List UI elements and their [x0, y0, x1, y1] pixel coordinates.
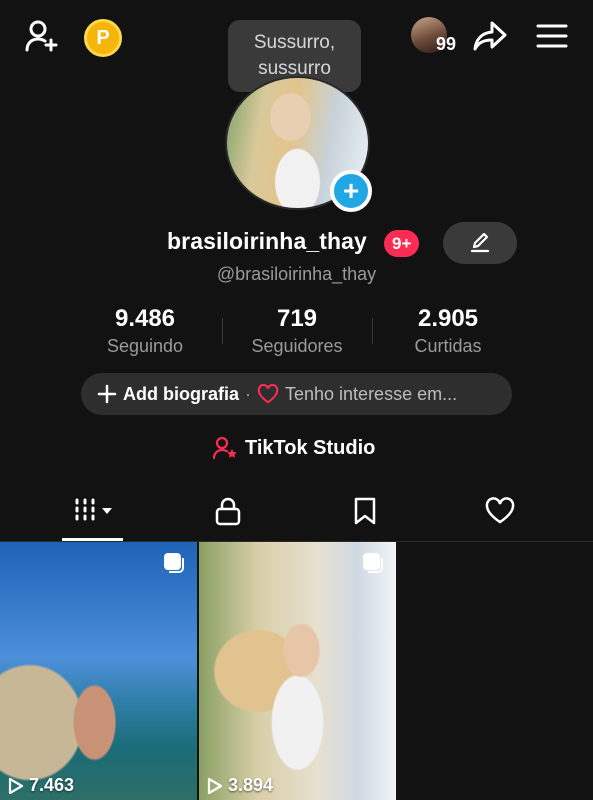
notification-badge[interactable]: 9+ — [384, 230, 420, 257]
creator-star-icon — [213, 436, 237, 460]
lock-icon — [215, 497, 241, 526]
multi-photo-icon — [363, 553, 383, 573]
add-friend-button[interactable] — [20, 14, 64, 58]
stat-likes-value: 2.905 — [417, 305, 479, 332]
heart-outline-icon — [257, 384, 279, 404]
bio-separator: · — [245, 383, 251, 404]
play-icon — [8, 777, 24, 794]
video-views-count: 3.894 — [228, 775, 274, 795]
profile-visitors-count: 99 — [436, 34, 457, 54]
stat-followers[interactable]: 719 Seguidores — [217, 305, 377, 357]
bio-pill[interactable]: Add biografia · Tenho interesse em... — [81, 373, 512, 415]
menu-button[interactable] — [530, 14, 574, 58]
pencil-icon — [470, 232, 490, 253]
multi-photo-icon — [164, 553, 184, 573]
tab-saved[interactable] — [335, 492, 395, 530]
add-bio-label[interactable]: Add biografia — [123, 384, 239, 405]
tab-private[interactable] — [198, 492, 258, 530]
interests-label[interactable]: Tenho interesse em... — [285, 384, 457, 405]
stat-followers-label: Seguidores — [251, 336, 343, 356]
tiktok-studio-link[interactable]: TikTok Studio — [213, 436, 375, 460]
add-story-button[interactable]: + — [330, 170, 372, 212]
video-thumbnail[interactable]: 3.894 — [199, 542, 396, 800]
stat-likes-label: Curtidas — [414, 336, 482, 356]
plus-icon — [97, 384, 117, 404]
stat-following-label: Seguindo — [106, 336, 184, 356]
video-thumbnail[interactable]: 7.463 — [0, 542, 197, 800]
plus-icon: + — [342, 175, 360, 206]
bookmark-icon — [354, 497, 376, 525]
video-views-count: 7.463 — [29, 775, 75, 795]
tiktok-studio-label: TikTok Studio — [245, 436, 376, 459]
premium-coin-letter: P — [96, 26, 110, 49]
stat-likes[interactable]: 2.905 Curtidas — [368, 305, 528, 357]
share-icon — [473, 21, 507, 51]
premium-coin-button[interactable]: P — [84, 19, 122, 57]
play-icon — [207, 777, 223, 794]
tab-videos[interactable] — [65, 492, 125, 530]
profile-username: brasiloirinha_thay — [167, 228, 367, 254]
hamburger-menu-icon — [536, 24, 568, 48]
tab-liked[interactable] — [470, 492, 530, 530]
stat-followers-value: 719 — [276, 305, 318, 332]
video-views: 7.463 — [8, 775, 74, 796]
stat-following[interactable]: 9.486 Seguindo — [65, 305, 225, 357]
edit-profile-button[interactable] — [443, 222, 517, 264]
video-views: 3.894 — [207, 775, 273, 796]
heart-icon — [485, 497, 515, 524]
add-user-icon — [25, 20, 58, 52]
grid-bars-icon — [75, 498, 112, 521]
profile-handle: @brasiloirinha_thay — [216, 264, 377, 284]
stat-following-value: 9.486 — [114, 305, 176, 332]
share-button[interactable] — [468, 14, 512, 58]
